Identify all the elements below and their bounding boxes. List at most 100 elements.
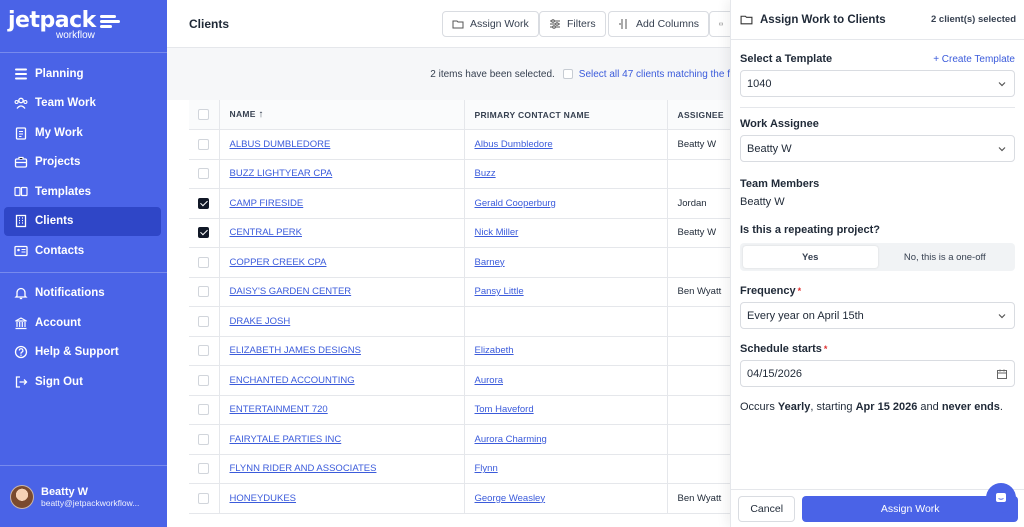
row-checkbox[interactable]	[198, 345, 210, 357]
topbar: Clients Assign Work Filters Add Columns	[167, 0, 730, 48]
table-row[interactable]: HONEYDUKES George Weasley Ben Wyatt	[189, 483, 730, 514]
client-name-link[interactable]: DAISY'S GARDEN CENTER	[230, 286, 352, 297]
export-button[interactable]	[709, 11, 730, 37]
client-name-link[interactable]: ELIZABETH JAMES DESIGNS	[230, 345, 361, 356]
table-row[interactable]: ENCHANTED ACCOUNTING Aurora	[189, 365, 730, 396]
client-name-link[interactable]: ENTERTAINMENT 720	[230, 404, 328, 415]
row-checkbox[interactable]	[198, 227, 210, 239]
sidebar-item-account[interactable]: Account	[4, 308, 161, 338]
row-checkbox[interactable]	[198, 168, 210, 180]
app-logo[interactable]: jetpack workflow	[0, 0, 167, 52]
sidebar-item-my-work[interactable]: My Work	[4, 118, 161, 148]
table-row[interactable]: DAISY'S GARDEN CENTER Pansy Little Ben Wya…	[189, 277, 730, 307]
row-checkbox[interactable]	[198, 256, 210, 268]
repeat-no-option[interactable]: No, this is a one-off	[878, 246, 1013, 268]
column-assignee[interactable]: ASSIGNEE	[667, 100, 730, 130]
select-all-checkbox[interactable]	[562, 69, 573, 79]
client-name-link[interactable]: BUZZ LIGHTYEAR CPA	[230, 168, 333, 179]
contact-name-link[interactable]: Tom Haveford	[475, 404, 534, 415]
contact-name-link[interactable]: Albus Dumbledore	[475, 139, 553, 150]
client-name-link[interactable]: FAIRYTALE PARTIES INC	[230, 434, 342, 445]
add-columns-button[interactable]: Add Columns	[608, 11, 710, 37]
table-row[interactable]: CENTRAL PERK Nick Miller Beatty W	[189, 218, 730, 248]
row-checkbox[interactable]	[198, 286, 210, 298]
sidebar-item-contacts[interactable]: Contacts	[4, 236, 161, 266]
template-select[interactable]: 1040	[740, 70, 1015, 97]
client-name-link[interactable]: ALBUS DUMBLEDORE	[230, 139, 331, 150]
panel-footer: Cancel Assign Work	[731, 489, 1024, 527]
table-row[interactable]: ALBUS DUMBLEDORE Albus Dumbledore Beatty W	[189, 129, 730, 160]
client-name-link[interactable]: CAMP FIRESIDE	[230, 198, 304, 209]
cancel-button[interactable]: Cancel	[738, 495, 796, 522]
table-row[interactable]: FLYNN RIDER AND ASSOCIATES Flynn	[189, 454, 730, 484]
contact-name-link[interactable]: Elizabeth	[475, 345, 514, 356]
column-primary-contact[interactable]: PRIMARY CONTACT NAME	[464, 100, 668, 130]
sidebar-item-planning[interactable]: Planning	[4, 59, 161, 89]
column-name[interactable]: NAME ↑	[219, 100, 465, 130]
sidebar-item-notifications[interactable]: Notifications	[4, 279, 161, 309]
client-name-link[interactable]: FLYNN RIDER AND ASSOCIATES	[230, 463, 377, 474]
row-checkbox[interactable]	[198, 138, 210, 150]
frequency-select[interactable]: Every year on April 15th	[740, 302, 1015, 329]
row-checkbox[interactable]	[198, 492, 210, 504]
table-row[interactable]: BUZZ LIGHTYEAR CPA Buzz	[189, 159, 730, 189]
table-row[interactable]: CAMP FIRESIDE Gerald Cooperburg Jordan	[189, 188, 730, 219]
contact-name-link[interactable]: Pansy Little	[475, 286, 524, 297]
contact-card-icon	[14, 244, 28, 258]
table-row[interactable]: ELIZABETH JAMES DESIGNS Elizabeth	[189, 336, 730, 366]
logo-sub: workflow	[56, 30, 95, 41]
contact-name-link[interactable]: Nick Miller	[475, 227, 519, 238]
row-checkbox[interactable]	[198, 315, 210, 327]
page-title: Clients	[189, 16, 230, 31]
row-checkbox[interactable]	[198, 433, 210, 445]
contact-name-link[interactable]: Gerald Cooperburg	[475, 198, 556, 209]
sidebar-item-team-work[interactable]: Team Work	[4, 89, 161, 119]
client-name-link[interactable]: DRAKE JOSH	[230, 316, 291, 327]
filters-button[interactable]: Filters	[539, 11, 606, 37]
contact-name-link[interactable]: Aurora	[475, 375, 504, 386]
create-template-link[interactable]: + Create Template	[933, 54, 1015, 65]
client-name-link[interactable]: HONEYDUKES	[230, 493, 297, 504]
user-profile[interactable]: Beatty W beatty@jetpackworkflow...	[0, 465, 167, 527]
sidebar-item-help-support[interactable]: Help & Support	[4, 338, 161, 368]
contact-name-link[interactable]: George Weasley	[475, 493, 546, 504]
dashboard-icon	[14, 67, 28, 81]
row-checkbox[interactable]	[198, 404, 210, 416]
client-name-link[interactable]: COPPER CREEK CPA	[230, 257, 327, 268]
assignee-cell	[667, 395, 730, 425]
occurs-summary: Occurs Yearly, starting Apr 15 2026 and …	[740, 401, 1003, 413]
sidebar-item-label: Planning	[35, 67, 84, 80]
assign-work-button[interactable]: Assign Work	[442, 11, 539, 37]
schedule-date-input[interactable]: 04/15/2026	[740, 360, 1015, 387]
table-row[interactable]: COPPER CREEK CPA Barney	[189, 247, 730, 278]
team-members-value: Beatty W	[740, 196, 785, 208]
assignee-cell: Ben Wyatt	[667, 277, 730, 307]
table-row[interactable]: DRAKE JOSH	[189, 306, 730, 337]
sidebar-item-label: Templates	[35, 185, 92, 198]
sidebar-item-templates[interactable]: Templates	[4, 177, 161, 207]
chat-launcher[interactable]	[986, 483, 1016, 513]
select-all-link[interactable]: Select all 47 clients matching the f	[579, 69, 730, 80]
header-checkbox[interactable]	[198, 109, 210, 121]
required-marker: *	[797, 286, 802, 296]
calendar-icon[interactable]	[996, 368, 1008, 380]
assignee-select[interactable]: Beatty W	[740, 135, 1015, 162]
clients-table: NAME ↑ PRIMARY CONTACT NAME ASSIGNEE ALB…	[189, 100, 730, 514]
row-checkbox[interactable]	[198, 197, 210, 209]
table-row[interactable]: ENTERTAINMENT 720 Tom Haveford	[189, 395, 730, 425]
assignee-cell	[667, 336, 730, 366]
contact-name-link[interactable]: Flynn	[475, 463, 498, 474]
sidebar-item-sign-out[interactable]: Sign Out	[4, 367, 161, 397]
client-name-link[interactable]: ENCHANTED ACCOUNTING	[230, 375, 355, 386]
sidebar-item-clients[interactable]: Clients	[4, 206, 161, 236]
sidebar-item-projects[interactable]: Projects	[4, 148, 161, 178]
contact-name-link[interactable]: Buzz	[475, 168, 496, 179]
row-checkbox[interactable]	[198, 463, 210, 475]
client-name-link[interactable]: CENTRAL PERK	[230, 227, 303, 238]
row-checkbox[interactable]	[198, 374, 210, 386]
table-row[interactable]: FAIRYTALE PARTIES INC Aurora Charming	[189, 424, 730, 455]
contact-name-link[interactable]: Barney	[475, 257, 505, 268]
contact-name-link[interactable]: Aurora Charming	[475, 434, 547, 445]
team-icon	[14, 96, 28, 110]
repeat-yes-option[interactable]: Yes	[743, 246, 878, 268]
